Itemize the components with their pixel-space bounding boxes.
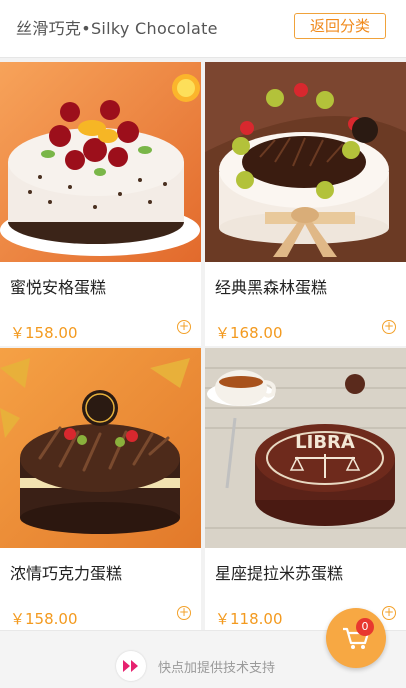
svg-text:LIBRA: LIBRA (295, 432, 355, 453)
add-to-cart-icon[interactable]: + (382, 606, 396, 620)
product-name[interactable]: 蜜悦安格蛋糕 (10, 274, 106, 298)
product-card[interactable]: 蜜悦安格蛋糕 ￥158.00 + (0, 62, 201, 346)
product-name[interactable]: 浓情巧克力蛋糕 (10, 560, 122, 584)
kuaidianjia-logo-icon (116, 651, 146, 681)
page: 丝滑巧克•Silky Chocolate 返回分类 蜜悦安格蛋糕 ￥158.00… (0, 0, 406, 688)
cart-button[interactable]: 0 (326, 608, 386, 668)
page-title: 丝滑巧克•Silky Chocolate (16, 19, 218, 38)
powered-by-text: 快点加提供技术支持 (158, 661, 276, 676)
product-card[interactable]: 浓情巧克力蛋糕 ￥158.00 + (0, 348, 201, 632)
product-name[interactable]: 星座提拉米苏蛋糕 (215, 560, 343, 584)
product-image[interactable] (0, 62, 201, 262)
cart-count-badge: 0 (356, 618, 374, 636)
product-image[interactable]: LIBRA (205, 348, 406, 548)
product-price: ￥158.00 (10, 324, 78, 342)
top-bar: 丝滑巧克•Silky Chocolate 返回分类 (0, 0, 406, 58)
back-to-category-button[interactable]: 返回分类 (294, 13, 386, 39)
product-price: ￥168.00 (215, 324, 283, 342)
product-card[interactable]: LIBRA 星座提拉米苏蛋糕 ￥118.00 + (205, 348, 406, 632)
product-price: ￥118.00 (215, 610, 283, 628)
product-image[interactable] (0, 348, 201, 548)
product-image[interactable] (205, 62, 406, 262)
product-card[interactable]: 经典黑森林蛋糕 ￥168.00 + (205, 62, 406, 346)
add-to-cart-icon[interactable]: + (177, 606, 191, 620)
product-name[interactable]: 经典黑森林蛋糕 (215, 274, 327, 298)
add-to-cart-icon[interactable]: + (382, 320, 396, 334)
add-to-cart-icon[interactable]: + (177, 320, 191, 334)
product-price: ￥158.00 (10, 610, 78, 628)
